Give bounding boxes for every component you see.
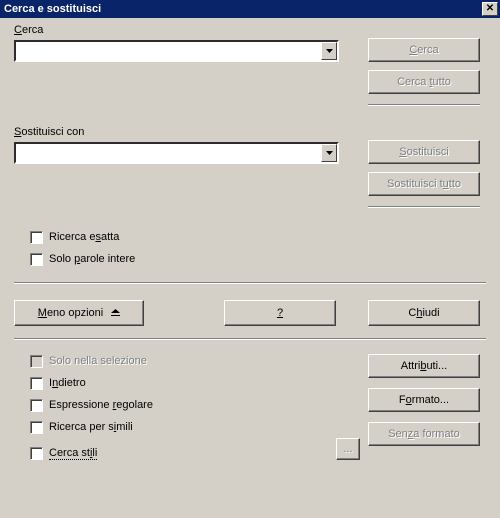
less-options-button[interactable]: Meno opzioni bbox=[14, 300, 144, 326]
replace-label: Sostituisci con bbox=[14, 126, 339, 138]
selection-only-checkbox: Solo nella selezione bbox=[30, 354, 153, 368]
close-icon[interactable]: ✕ bbox=[482, 2, 498, 16]
search-dropdown-button[interactable] bbox=[321, 42, 337, 60]
dialog-content: Cerca Cerca Cerca tutto Sostituisci con … bbox=[0, 18, 500, 518]
separator-right-1 bbox=[368, 104, 480, 106]
replace-combo[interactable] bbox=[14, 142, 339, 164]
titlebar: Cerca e sostituisci ✕ bbox=[0, 0, 500, 18]
checkbox-box bbox=[30, 253, 43, 266]
search-all-button[interactable]: Cerca tutto bbox=[368, 70, 480, 94]
similar-options-button[interactable]: ... bbox=[336, 438, 360, 460]
search-styles-checkbox[interactable]: Cerca stili bbox=[30, 446, 153, 460]
replace-all-button[interactable]: Sostituisci tutto bbox=[368, 172, 480, 196]
search-section: Cerca bbox=[14, 24, 339, 62]
backward-checkbox[interactable]: Indietro bbox=[30, 376, 153, 390]
checkbox-box bbox=[30, 447, 43, 460]
checkbox-label: Espressione regolare bbox=[49, 399, 153, 411]
checkbox-box bbox=[30, 231, 43, 244]
replace-input[interactable] bbox=[16, 144, 321, 162]
help-button[interactable]: ? bbox=[224, 300, 336, 326]
basic-options: Ricerca esatta Solo parole intere bbox=[30, 230, 135, 274]
checkbox-box bbox=[30, 421, 43, 434]
search-combo[interactable] bbox=[14, 40, 339, 62]
similar-search-checkbox[interactable]: Ricerca per simili bbox=[30, 420, 153, 434]
checkbox-label: Solo nella selezione bbox=[49, 355, 147, 367]
checkbox-label: Indietro bbox=[49, 377, 86, 389]
attributes-button[interactable]: Attributi... bbox=[368, 354, 480, 378]
window-title: Cerca e sostituisci bbox=[4, 3, 101, 15]
search-button[interactable]: Cerca bbox=[368, 38, 480, 62]
extended-options: Solo nella selezione Indietro Espression… bbox=[30, 354, 153, 468]
replace-dropdown-button[interactable] bbox=[321, 144, 337, 162]
chevron-down-icon bbox=[326, 151, 333, 155]
checkbox-label: Solo parole intere bbox=[49, 253, 135, 265]
separator-full-1 bbox=[14, 282, 486, 284]
checkbox-label: Cerca stili bbox=[49, 447, 97, 459]
checkbox-label: Ricerca per simili bbox=[49, 421, 133, 433]
search-label: Cerca bbox=[14, 24, 339, 36]
whole-words-checkbox[interactable]: Solo parole intere bbox=[30, 252, 135, 266]
separator-right-2 bbox=[368, 206, 480, 208]
chevron-down-icon bbox=[326, 49, 333, 53]
exact-search-checkbox[interactable]: Ricerca esatta bbox=[30, 230, 135, 244]
replace-button[interactable]: Sostituisci bbox=[368, 140, 480, 164]
replace-section: Sostituisci con bbox=[14, 126, 339, 164]
close-button[interactable]: Chiudi bbox=[368, 300, 480, 326]
format-button[interactable]: Formato... bbox=[368, 388, 480, 412]
checkbox-box bbox=[30, 355, 43, 368]
regex-checkbox[interactable]: Espressione regolare bbox=[30, 398, 153, 412]
checkbox-box bbox=[30, 377, 43, 390]
checkbox-box bbox=[30, 399, 43, 412]
checkbox-label: Ricerca esatta bbox=[49, 231, 119, 243]
search-input[interactable] bbox=[16, 42, 321, 60]
no-format-button[interactable]: Senza formato bbox=[368, 422, 480, 446]
caret-up-icon bbox=[111, 307, 120, 319]
separator-full-2 bbox=[14, 338, 486, 340]
